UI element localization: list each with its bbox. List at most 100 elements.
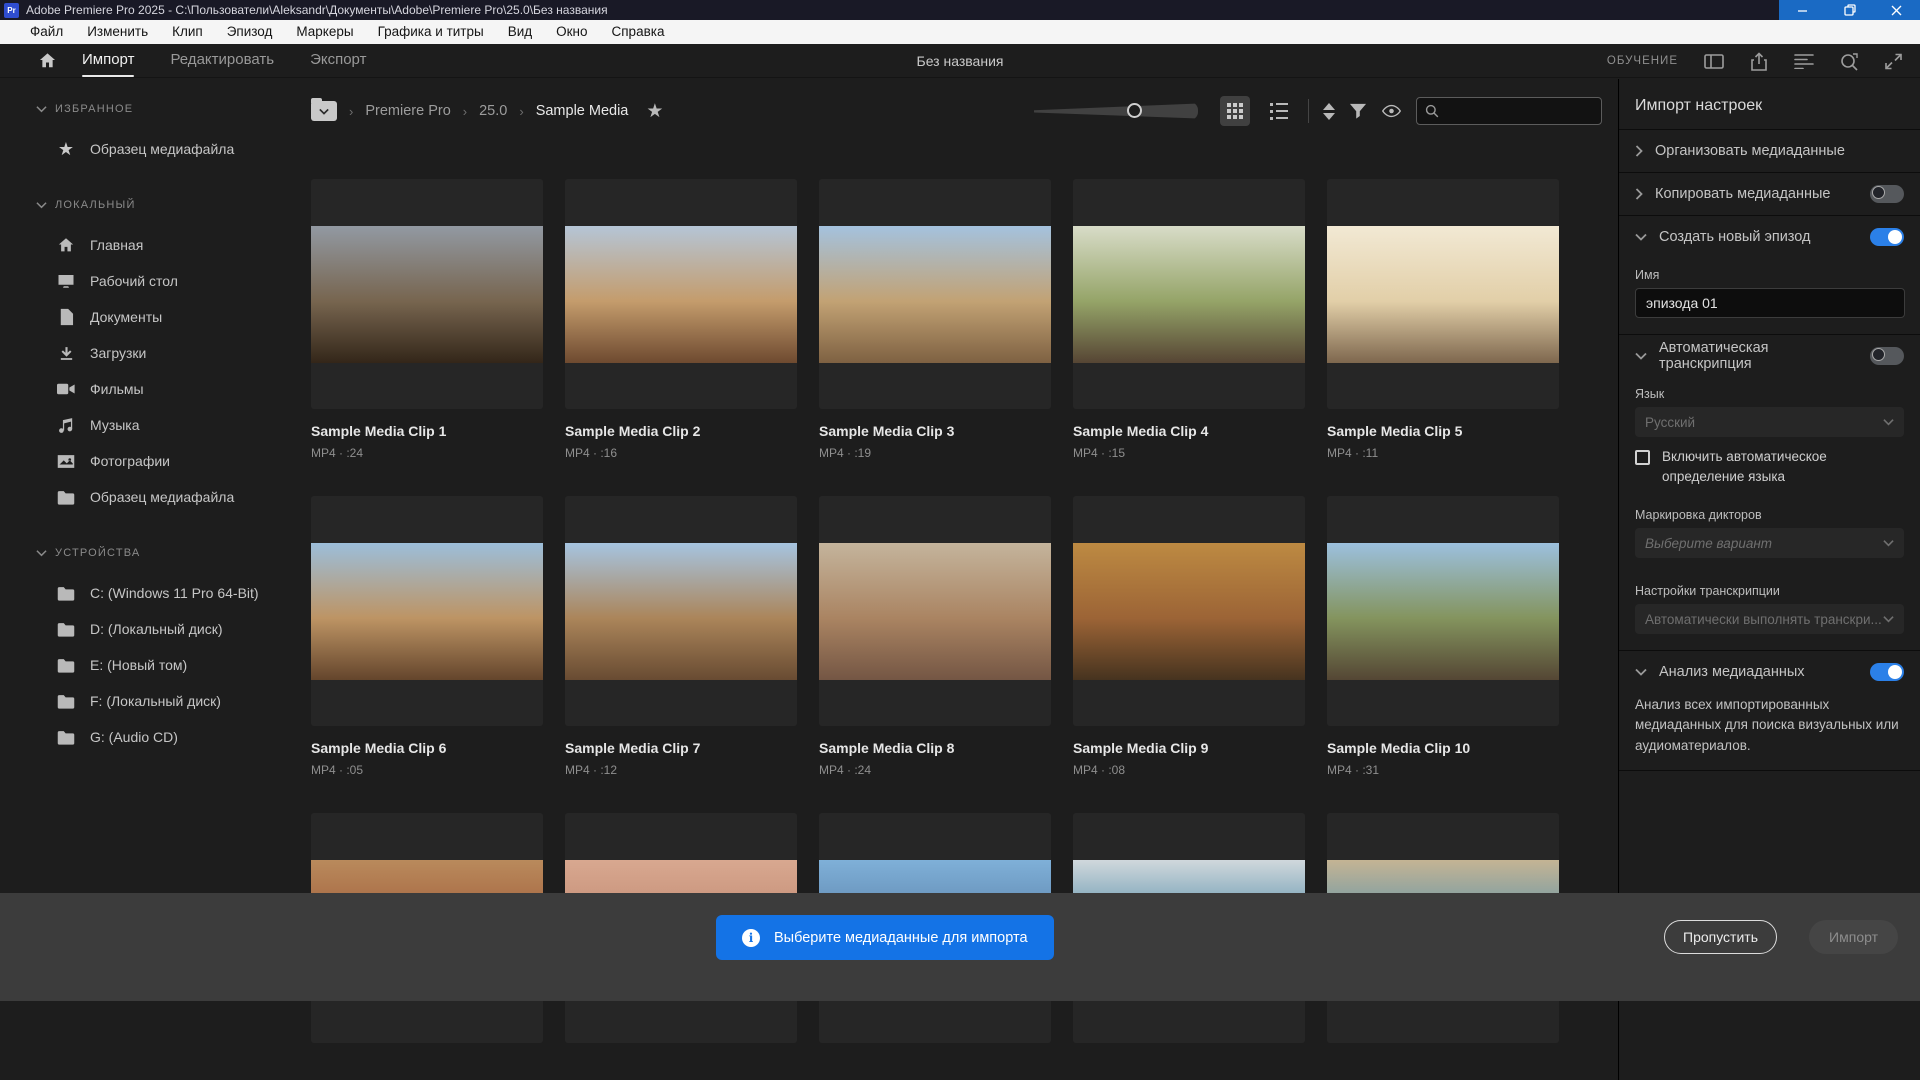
clip-name: Sample Media Clip 2 [565, 423, 797, 440]
menu-help[interactable]: Справка [600, 20, 677, 44]
star-icon: ★ [56, 139, 76, 159]
sidebar-item-music[interactable]: Музыка [0, 407, 305, 443]
import-button[interactable]: Импорт [1809, 920, 1898, 954]
sidebar-item-drive-e[interactable]: E: (Новый том) [0, 647, 305, 683]
organize-media-row[interactable]: Организовать медиаданные [1619, 130, 1920, 172]
sequence-name-input[interactable] [1635, 288, 1905, 318]
section-devices[interactable]: УСТРОЙСТВА [0, 541, 305, 565]
clip-tile[interactable] [819, 496, 1051, 726]
clip-tile[interactable] [1073, 179, 1305, 409]
clip-tile[interactable] [1327, 179, 1559, 409]
home-icon[interactable] [38, 51, 57, 75]
autodetect-checkbox[interactable] [1635, 450, 1650, 465]
breadcrumb-premiere-pro[interactable]: Premiere Pro [365, 103, 450, 119]
sidebar-item-home[interactable]: Главная [0, 227, 305, 263]
filter-button[interactable] [1349, 103, 1367, 120]
sidebar-item-drive-f[interactable]: F: (Локальный диск) [0, 683, 305, 719]
sort-button[interactable] [1323, 103, 1335, 120]
menu-window[interactable]: Окно [544, 20, 599, 44]
media-clip-card[interactable]: Sample Media Clip 3 MP4 · :19 [819, 179, 1051, 460]
learning-label[interactable]: ОБУЧЕНИЕ [1607, 55, 1678, 67]
share-icon[interactable] [1750, 52, 1768, 71]
section-local[interactable]: ЛОКАЛЬНЫЙ [0, 193, 305, 217]
transcription-settings-dropdown[interactable]: Автоматически выполнять транскри... [1635, 604, 1904, 634]
sidebar-item-sample-media-folder[interactable]: Образец медиафайла [0, 479, 305, 515]
clip-tile[interactable] [565, 179, 797, 409]
minimize-icon[interactable] [1779, 0, 1826, 20]
search-input[interactable] [1445, 104, 1585, 119]
menu-view[interactable]: Вид [496, 20, 544, 44]
close-icon[interactable] [1873, 0, 1920, 20]
media-clip-card[interactable]: Sample Media Clip 10 MP4 · :31 [1327, 496, 1559, 777]
sidebar-item-photos[interactable]: Фотографии [0, 443, 305, 479]
menu-file[interactable]: Файл [18, 20, 75, 44]
media-clip-card[interactable]: Sample Media Clip 6 MP4 · :05 [311, 496, 543, 777]
clip-tile[interactable] [1073, 496, 1305, 726]
clip-name: Sample Media Clip 3 [819, 423, 1051, 440]
select-media-notice-button[interactable]: i Выберите медиаданные для импорта [716, 915, 1054, 960]
sidebar-item-desktop[interactable]: Рабочий стол [0, 263, 305, 299]
menu-markers[interactable]: Маркеры [284, 20, 365, 44]
copy-media-row[interactable]: Копировать медиаданные [1619, 173, 1920, 215]
clip-tile[interactable] [1327, 496, 1559, 726]
sidebar-item-documents[interactable]: Документы [0, 299, 305, 335]
sidebar-item-drive-g[interactable]: G: (Audio CD) [0, 719, 305, 755]
clip-meta: MP4 · :15 [1073, 446, 1305, 460]
clip-tile[interactable] [819, 179, 1051, 409]
menu-sequence[interactable]: Эпизод [215, 20, 285, 44]
sidebar-item-sample-media-favorite[interactable]: ★ Образец медиафайла [0, 131, 305, 167]
media-analysis-row[interactable]: Анализ медиаданных [1619, 651, 1920, 693]
sidebar-item-movies[interactable]: Фильмы [0, 371, 305, 407]
breadcrumb-sample-media[interactable]: Sample Media [536, 103, 629, 119]
menu-edit[interactable]: Изменить [75, 20, 160, 44]
media-browser-folder-icon[interactable] [311, 101, 337, 121]
restore-icon[interactable] [1826, 0, 1873, 20]
new-sequence-toggle[interactable] [1870, 228, 1904, 246]
speaker-labeling-dropdown[interactable]: Выберите вариант [1635, 528, 1904, 558]
clip-tile[interactable] [311, 496, 543, 726]
search-media-icon[interactable] [1840, 52, 1859, 71]
sidebar-item-drive-c[interactable]: C: (Windows 11 Pro 64-Bit) [0, 575, 305, 611]
media-clip-card[interactable]: Sample Media Clip 5 MP4 · :11 [1327, 179, 1559, 460]
clip-name: Sample Media Clip 6 [311, 740, 543, 757]
media-clip-card[interactable]: Sample Media Clip 4 MP4 · :15 [1073, 179, 1305, 460]
settings-lines-icon[interactable] [1794, 53, 1814, 69]
menu-clip[interactable]: Клип [160, 20, 215, 44]
media-analysis-toggle[interactable] [1870, 663, 1904, 681]
thumbnail-size-slider[interactable] [1034, 102, 1198, 120]
autodetect-language-row[interactable]: Включить автоматическое определение язык… [1619, 437, 1920, 490]
clip-tile[interactable] [311, 179, 543, 409]
panel-title: Импорт настроек [1619, 79, 1920, 129]
clip-tile[interactable] [565, 496, 797, 726]
clip-meta: MP4 · :24 [819, 763, 1051, 777]
grid-view-button[interactable] [1220, 96, 1250, 126]
breadcrumb-25-0[interactable]: 25.0 [479, 103, 507, 119]
list-view-button[interactable] [1264, 96, 1294, 126]
sidebar-item-downloads[interactable]: Загрузки [0, 335, 305, 371]
media-clip-card[interactable]: Sample Media Clip 7 MP4 · :12 [565, 496, 797, 777]
tab-edit[interactable]: Редактировать [170, 44, 274, 78]
search-icon [1425, 104, 1439, 118]
media-clip-card[interactable]: Sample Media Clip 9 MP4 · :08 [1073, 496, 1305, 777]
search-box[interactable] [1416, 97, 1602, 125]
media-clip-card[interactable]: Sample Media Clip 2 MP4 · :16 [565, 179, 797, 460]
section-favorites[interactable]: ИЗБРАННОЕ [0, 97, 305, 121]
media-clip-card[interactable]: Sample Media Clip 8 MP4 · :24 [819, 496, 1051, 777]
preview-eye-button[interactable] [1381, 104, 1402, 118]
clip-name [565, 1057, 797, 1074]
panel-layout-icon[interactable] [1704, 54, 1724, 69]
tab-export[interactable]: Экспорт [310, 44, 366, 78]
skip-button[interactable]: Пропустить [1664, 920, 1777, 954]
fullscreen-icon[interactable] [1885, 53, 1902, 70]
copy-media-toggle[interactable] [1870, 185, 1904, 203]
sidebar-item-drive-d[interactable]: D: (Локальный диск) [0, 611, 305, 647]
tab-import[interactable]: Импорт [82, 44, 134, 78]
download-icon [56, 343, 76, 363]
new-sequence-row[interactable]: Создать новый эпизод [1619, 216, 1920, 258]
menu-graphics[interactable]: Графика и титры [366, 20, 496, 44]
media-clip-card[interactable]: Sample Media Clip 1 MP4 · :24 [311, 179, 543, 460]
language-dropdown[interactable]: Русский [1635, 407, 1904, 437]
favorite-star-icon[interactable]: ★ [646, 100, 663, 123]
auto-transcription-row[interactable]: Автоматическая транскрипция [1619, 335, 1920, 377]
auto-transcription-toggle[interactable] [1870, 347, 1904, 365]
